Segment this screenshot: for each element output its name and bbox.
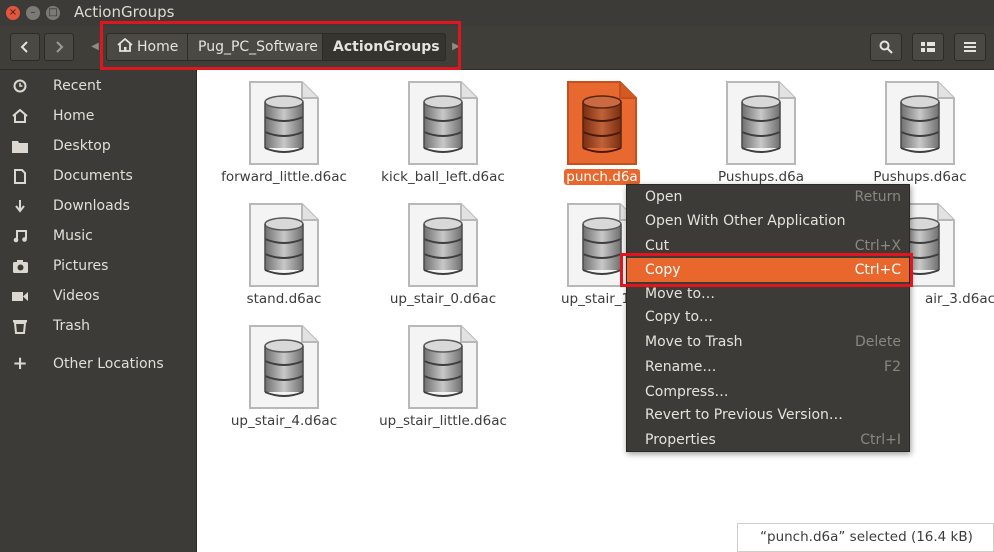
database-file-icon <box>248 324 320 410</box>
grid-view-icon <box>921 42 935 52</box>
file-item[interactable]: forward_little.d6ac <box>209 72 359 190</box>
file-name: Pushups.d6a <box>718 169 804 185</box>
menu-item-label: Open With Other Application <box>645 213 846 229</box>
chevron-right-icon <box>56 41 64 53</box>
sidebar-item-label: Other Locations <box>53 356 164 372</box>
database-file-icon <box>407 202 479 288</box>
menu-item-copy-to[interactable]: Copy to… <box>627 305 909 329</box>
home-icon <box>11 106 29 126</box>
file-name: stand.d6ac <box>246 291 322 307</box>
sidebar-item-pictures[interactable]: Pictures <box>0 251 196 281</box>
file-item[interactable]: up_stair_0.d6ac <box>368 194 518 312</box>
file-item[interactable]: Pushups.d6ac <box>845 72 994 190</box>
file-item[interactable]: up_stair_little.d6ac <box>368 316 518 434</box>
menu-item-shortcut: F2 <box>884 359 901 375</box>
file-item[interactable]: stand.d6ac <box>209 194 359 312</box>
menu-item-label: Copy to… <box>645 309 714 325</box>
window-title: ActionGroups <box>74 3 175 21</box>
sidebar-item-label: Videos <box>53 288 100 304</box>
menu-item-label: Revert to Previous Version… <box>645 407 843 423</box>
menu-item-label: Rename… <box>645 359 717 375</box>
database-file-icon <box>725 80 797 166</box>
sidebar-item-label: Downloads <box>53 198 130 214</box>
sidebar-item-trash[interactable]: Trash <box>0 311 196 341</box>
context-menu: Open Return Open With Other Application … <box>626 184 910 452</box>
menu-item-label: Properties <box>645 432 716 448</box>
sidebar-item-desktop[interactable]: Desktop <box>0 131 196 161</box>
sidebar: Recent Home Desktop Documents Downloads … <box>0 70 197 552</box>
menu-item-revert[interactable]: Revert to Previous Version… <box>627 403 909 427</box>
plus-icon: + <box>12 353 28 374</box>
back-button[interactable] <box>10 33 40 61</box>
sidebar-item-label: Home <box>53 108 95 124</box>
close-window-button[interactable]: × <box>6 6 20 20</box>
camera-icon <box>11 256 29 276</box>
document-icon <box>11 166 29 186</box>
sidebar-item-home[interactable]: Home <box>0 101 196 131</box>
menu-item-open[interactable]: Open Return <box>627 185 909 209</box>
menu-item-shortcut: Delete <box>855 334 901 350</box>
menu-item-compress[interactable]: Compress… <box>627 380 909 404</box>
music-icon <box>11 226 29 246</box>
database-file-icon <box>566 80 638 166</box>
sidebar-item-recent[interactable]: Recent <box>0 71 196 101</box>
file-item-selected[interactable]: punch.d6a <box>527 72 677 190</box>
file-name: punch.d6a <box>564 169 640 185</box>
forward-button[interactable] <box>44 33 74 61</box>
download-icon <box>11 196 29 216</box>
file-item[interactable]: kick_ball_left.d6ac <box>368 72 518 190</box>
annotation-highlight-path <box>100 21 461 70</box>
hamburger-menu-icon <box>964 42 976 52</box>
menu-item-move-to-trash[interactable]: Move to Trash Delete <box>627 330 909 354</box>
menu-item-label: Move to… <box>645 286 716 302</box>
file-name: Pushups.d6ac <box>873 169 967 185</box>
selection-status: “punch.d6a” selected (16.4 kB) <box>737 523 994 552</box>
database-file-icon <box>407 324 479 410</box>
search-button[interactable] <box>870 33 902 61</box>
trash-icon <box>11 316 29 336</box>
database-file-icon <box>884 80 956 166</box>
video-icon <box>11 286 29 306</box>
sidebar-item-label: Trash <box>53 318 90 334</box>
database-file-icon <box>248 202 320 288</box>
menu-item-rename[interactable]: Rename… F2 <box>627 355 909 379</box>
sidebar-item-documents[interactable]: Documents <box>0 161 196 191</box>
view-mode-button[interactable] <box>912 33 944 61</box>
app-menu-button[interactable] <box>954 33 986 61</box>
sidebar-item-videos[interactable]: Videos <box>0 281 196 311</box>
database-file-icon <box>407 80 479 166</box>
sidebar-item-label: Pictures <box>53 258 109 274</box>
file-item[interactable]: up_stair_4.d6ac <box>209 316 359 434</box>
menu-item-shortcut: Return <box>854 189 901 205</box>
sidebar-item-music[interactable]: Music <box>0 221 196 251</box>
chevron-left-icon <box>20 41 28 53</box>
file-name: forward_little.d6ac <box>221 169 347 185</box>
folder-icon <box>11 136 29 156</box>
menu-item-label: Move to Trash <box>645 334 743 350</box>
file-name: kick_ball_left.d6ac <box>381 169 505 185</box>
menu-item-label: Open <box>645 189 683 205</box>
menu-item-open-with[interactable]: Open With Other Application <box>627 209 909 233</box>
clock-icon <box>11 76 29 96</box>
sidebar-item-label: Recent <box>53 78 102 94</box>
menu-item-shortcut: Ctrl+I <box>860 432 901 448</box>
sidebar-item-other-locations[interactable]: + Other Locations <box>0 349 196 379</box>
file-item[interactable]: Pushups.d6a <box>686 72 836 190</box>
sidebar-item-downloads[interactable]: Downloads <box>0 191 196 221</box>
maximize-window-button[interactable]: □ <box>46 6 60 20</box>
file-name: up_stair_little.d6ac <box>379 413 507 429</box>
search-icon <box>879 40 893 54</box>
sidebar-item-label: Desktop <box>53 138 111 154</box>
menu-item-properties[interactable]: Properties Ctrl+I <box>627 428 909 452</box>
file-name: up_stair_4.d6ac <box>230 413 338 429</box>
annotation-highlight-copy <box>620 253 913 287</box>
sidebar-item-label: Music <box>53 228 93 244</box>
menu-item-label: Compress… <box>645 384 729 400</box>
sidebar-item-label: Documents <box>53 168 133 184</box>
minimize-window-button[interactable]: – <box>26 6 40 20</box>
file-name: up_stair_0.d6ac <box>389 291 497 307</box>
database-file-icon <box>248 80 320 166</box>
